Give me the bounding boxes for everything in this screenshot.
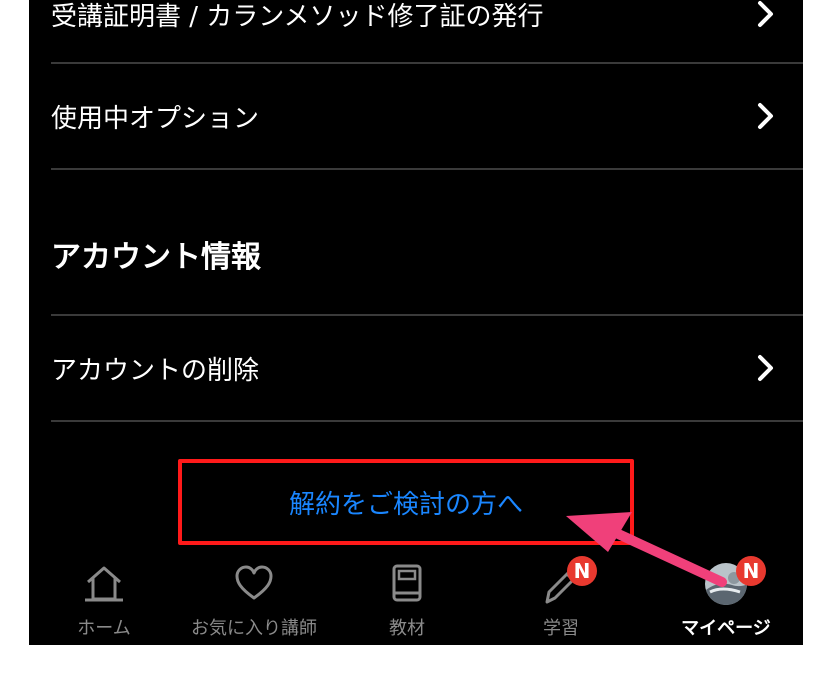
menu-item-options[interactable]: 使用中オプション: [51, 64, 803, 168]
divider: [51, 168, 803, 170]
tab-label: 教材: [389, 618, 425, 639]
heart-icon: [235, 565, 273, 600]
menu-item-label: 受講証明書 / カランメソッド修了証の発行: [51, 1, 544, 32]
book-icon: [392, 564, 422, 602]
menu-item-label: アカウントの削除: [51, 355, 260, 386]
tab-label: 学習: [543, 618, 579, 639]
menu-item-label: 使用中オプション: [51, 103, 260, 134]
my-page-screen: 受講証明書 / カランメソッド修了証の発行 使用中オプション アカウント情報 ア…: [29, 0, 803, 645]
notification-badge: N: [567, 556, 597, 586]
bottom-tab-bar: ホーム お気に入り講師 教材 N 学習 N マイページ: [29, 548, 803, 645]
tab-label: お気に入り講師: [191, 618, 317, 639]
menu-item-delete-account[interactable]: アカウントの削除: [51, 316, 803, 420]
tab-icon-wrap: N: [539, 556, 597, 606]
tab-icon-wrap: N: [704, 556, 766, 606]
account-section-title: アカウント情報: [51, 240, 261, 275]
tab-label: マイページ: [681, 618, 771, 639]
chevron-right-icon: [758, 103, 773, 129]
notification-badge: N: [736, 556, 766, 586]
tab-label: ホーム: [77, 618, 131, 639]
tab-my-page[interactable]: N マイページ: [651, 548, 801, 645]
tab-favorite-teachers[interactable]: お気に入り講師: [179, 548, 329, 645]
highlight-box: [178, 459, 634, 545]
tab-home[interactable]: ホーム: [29, 548, 179, 645]
chevron-right-icon: [758, 1, 773, 27]
tab-materials[interactable]: 教材: [332, 548, 482, 645]
tab-study[interactable]: N 学習: [486, 548, 636, 645]
chevron-right-icon: [758, 355, 773, 381]
menu-item-certificate[interactable]: 受講証明書 / カランメソッド修了証の発行: [51, 0, 803, 42]
divider: [51, 420, 803, 422]
home-icon: [85, 566, 123, 602]
